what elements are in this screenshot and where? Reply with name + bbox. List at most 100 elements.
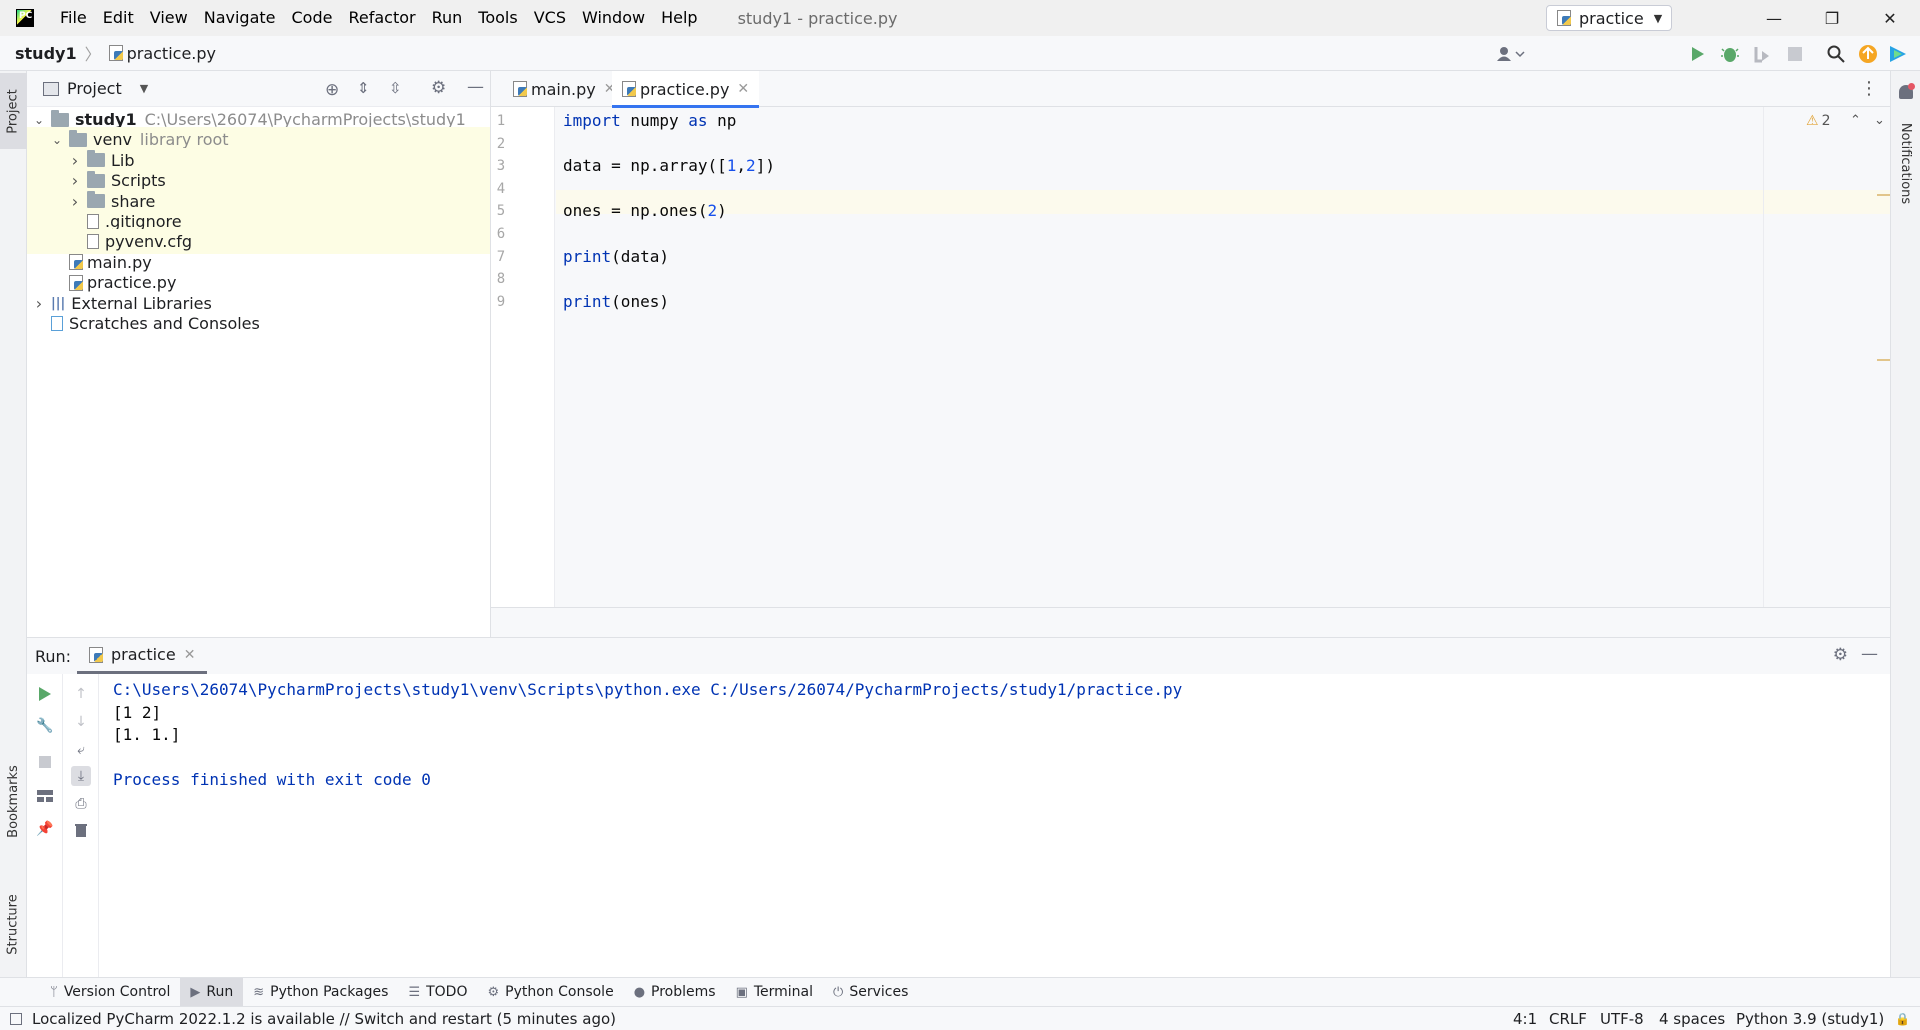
python-interpreter-label: Python 3.9 (study1) [1736, 1010, 1885, 1028]
status-toggle-icon[interactable] [10, 1012, 22, 1025]
code-line[interactable]: data = np.array([1,2]) [563, 156, 775, 175]
editor-tab-bar: main.py ✕ practice.py ✕ ⋮ [491, 71, 1890, 108]
menu-code[interactable]: Code [284, 0, 341, 36]
search-everywhere-button[interactable] [1826, 44, 1846, 64]
hide-panel-icon[interactable]: — [467, 77, 484, 97]
account-icon[interactable] [1494, 44, 1528, 64]
coverage-button[interactable] [1752, 44, 1772, 64]
breadcrumb-project[interactable]: study1 [15, 44, 77, 63]
warning-stripe[interactable] [1877, 359, 1891, 361]
run-configuration-selector[interactable]: practice ▼ [1546, 5, 1672, 31]
menu-vcs[interactable]: VCS [526, 0, 574, 36]
run-tab-practice[interactable]: practice ✕ [77, 638, 208, 674]
gear-icon[interactable]: ⚙ [431, 78, 446, 98]
code-line[interactable]: ones = np.ones(2) [563, 201, 727, 220]
warning-stripe[interactable] [1877, 194, 1891, 196]
menu-window[interactable]: Window [574, 0, 653, 36]
tree-item-scratches-and-consoles[interactable]: Scratches and Consoles [27, 311, 490, 336]
locate-file-icon[interactable]: ⊕ [325, 80, 339, 100]
tool-problems[interactable]: ● Problems [624, 978, 726, 1007]
gear-icon[interactable]: ⚙ [1833, 645, 1848, 665]
code-line[interactable]: print(ones) [563, 292, 669, 311]
caret-position[interactable]: 4:1 [1513, 1007, 1537, 1030]
tool-services[interactable]: ⏻ Services [823, 978, 918, 1007]
line-number: 6 [496, 226, 506, 242]
menu-edit[interactable]: Edit [95, 0, 142, 36]
expand-all-icon[interactable]: ⇕ [357, 79, 370, 97]
tab-practice-py[interactable]: practice.py ✕ [612, 71, 760, 108]
tool-label: Services [849, 984, 909, 1000]
navigation-bar: study1 〉 practice.py [0, 36, 1920, 71]
python-interpreter[interactable]: Python 3.9 (study1) [1736, 1007, 1884, 1030]
code-line[interactable]: print(data) [563, 247, 669, 266]
run-icon: ▶ [190, 984, 201, 1000]
tab-actions-icon[interactable]: ⋮ [1860, 78, 1878, 99]
notifications-tool-tab[interactable]: Notifications [1891, 107, 1920, 219]
bookmarks-tool-tab[interactable]: Bookmarks [0, 751, 27, 851]
chevron-right-icon[interactable]: › [67, 151, 83, 170]
menu-help[interactable]: Help [653, 0, 705, 36]
tool-python-console[interactable]: ⚙ Python Console [477, 978, 623, 1007]
run-panel-header: Run: practice ✕ ⚙ — [27, 638, 1890, 674]
folder-icon [87, 150, 105, 168]
chevron-down-icon[interactable]: ⌄ [49, 133, 65, 147]
close-window-button[interactable]: ✕ [1862, 0, 1918, 36]
main-menu: File Edit View Navigate Code Refactor Run Tools… [52, 0, 706, 36]
minimize-button[interactable]: — [1746, 0, 1802, 36]
structure-tool-tab[interactable]: Structure [0, 879, 27, 969]
debug-button[interactable] [1720, 44, 1740, 64]
tool-python-packages[interactable]: ≋ Python Packages [243, 978, 398, 1007]
library-icon: ||| [51, 295, 66, 311]
tool-run[interactable]: ▶ Run [180, 977, 244, 1007]
project-view-title[interactable]: Project [67, 79, 122, 98]
project-tool-tab[interactable]: Project [0, 73, 27, 149]
chevron-down-icon[interactable]: ⌄ [31, 113, 47, 127]
status-message[interactable]: Localized PyCharm 2022.1.2 is available … [32, 1010, 616, 1028]
stop-button[interactable] [1785, 44, 1805, 64]
line-number: 8 [496, 271, 506, 288]
close-tab-icon[interactable]: ✕ [184, 647, 196, 663]
menu-view[interactable]: View [142, 0, 196, 36]
tab-label: main.py [531, 79, 596, 99]
menu-run[interactable]: Run [424, 0, 471, 36]
code-editor[interactable]: import numpy as np data = np.array([1,2])… [556, 107, 1762, 607]
next-highlight-icon[interactable]: ⌄ [1874, 113, 1885, 128]
tab-main-py[interactable]: main.py ✕ [503, 71, 625, 107]
folder-icon [51, 109, 69, 127]
tool-todo[interactable]: ☰ TODO [398, 978, 477, 1007]
tool-terminal[interactable]: ▣ Terminal [726, 978, 823, 1007]
line-separator[interactable]: CRLF [1549, 1007, 1587, 1030]
file-encoding[interactable]: UTF-8 [1600, 1007, 1644, 1030]
restore-button[interactable]: ❐ [1804, 0, 1860, 36]
menu-file[interactable]: File [52, 0, 95, 36]
console-output[interactable]: C:\Users\26074\PycharmProjects\study1\ve… [27, 674, 1890, 978]
code-line[interactable]: import numpy as np [563, 111, 736, 130]
run-panel-label: Run: [35, 646, 72, 666]
chevron-right-icon[interactable]: › [31, 294, 47, 313]
menu-navigate[interactable]: Navigate [196, 0, 284, 36]
menu-tools[interactable]: Tools [470, 0, 525, 36]
chevron-right-icon[interactable]: › [67, 192, 83, 211]
indent-setting[interactable]: 4 spaces [1659, 1007, 1725, 1030]
tree-item-label: Lib [111, 150, 135, 170]
services-icon: ⏻ [833, 984, 844, 1000]
chevron-right-icon[interactable]: › [67, 171, 83, 190]
tree-item-label: .gitignore [105, 212, 182, 231]
console-system-line: Process finished with exit code 0 [113, 770, 431, 790]
hide-panel-icon[interactable]: — [1861, 644, 1878, 664]
breadcrumb-file[interactable]: practice.py [127, 44, 216, 63]
menu-refactor[interactable]: Refactor [340, 0, 423, 36]
chevron-down-icon[interactable]: ▼ [140, 82, 148, 95]
tree-item-label: share [111, 191, 156, 211]
tool-version-control[interactable]: ᛘ Version Control [40, 978, 180, 1007]
close-tab-icon[interactable]: ✕ [737, 81, 749, 97]
run-button[interactable] [1688, 44, 1708, 64]
warning-indicator[interactable]: ⚠ 2 [1806, 113, 1830, 129]
lock-icon[interactable]: 🔒 [1895, 1007, 1910, 1030]
updates-button[interactable] [1858, 44, 1878, 64]
collapse-all-icon[interactable]: ⇳ [389, 79, 402, 97]
code-with-me-button[interactable] [1888, 44, 1908, 64]
tool-label: TODO [426, 984, 468, 1000]
previous-highlight-icon[interactable]: ⌃ [1850, 113, 1861, 128]
stop-icon [1788, 47, 1802, 61]
